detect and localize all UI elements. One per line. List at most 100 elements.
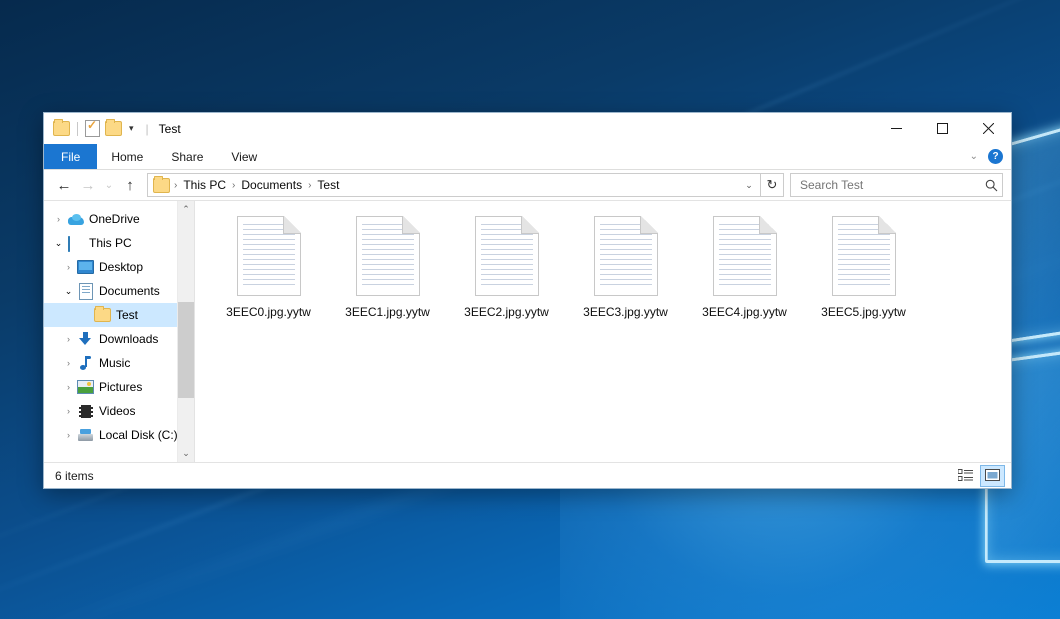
pictures-icon (77, 379, 94, 395)
breadcrumb-item-documents[interactable]: Documents (236, 177, 307, 193)
address-dropdown-chevron-down-icon[interactable]: ⌄ (740, 175, 758, 195)
sidebar-item-pictures[interactable]: › Pictures (44, 375, 194, 399)
scrollbar-track[interactable] (178, 218, 194, 445)
help-icon[interactable]: ? (988, 149, 1003, 164)
list-item[interactable]: 3EEC1.jpg.yytw (328, 211, 447, 326)
sidebar-item-label: Music (99, 356, 130, 370)
generic-document-icon (475, 216, 539, 296)
file-explorer-window: ▾ | Test File Home Share (43, 112, 1012, 489)
collapse-chevron-icon[interactable]: ⌄ (60, 286, 77, 297)
new-folder-icon[interactable] (105, 121, 122, 136)
sidebar-item-this-pc[interactable]: ⌄ This PC (44, 231, 194, 255)
generic-document-icon (713, 216, 777, 296)
generic-document-icon (356, 216, 420, 296)
item-count-label: 6 items (55, 469, 94, 483)
sidebar-item-label: Downloads (99, 332, 158, 346)
expand-ribbon-chevron-down-icon[interactable]: ⌄ (970, 151, 978, 162)
navigation-pane: › OneDrive ⌄ This PC › Desktop (44, 201, 194, 462)
breadcrumb: › This PC › Documents › Test (173, 177, 740, 193)
collapse-chevron-icon[interactable]: ⌄ (50, 238, 67, 249)
search-input[interactable] (798, 177, 984, 193)
sidebar-item-label: Local Disk (C:) (99, 428, 178, 442)
expand-chevron-icon[interactable]: › (60, 382, 77, 392)
details-view-icon[interactable] (953, 465, 978, 487)
sidebar-item-local-disk-c[interactable]: › Local Disk (C:) (44, 423, 194, 447)
list-item[interactable]: 3EEC3.jpg.yytw (566, 211, 685, 326)
expand-chevron-icon[interactable]: › (60, 334, 77, 344)
music-icon (77, 355, 94, 371)
scrollbar-thumb[interactable] (178, 302, 194, 398)
refresh-button[interactable]: ↻ (761, 173, 784, 197)
expand-chevron-icon[interactable]: › (60, 262, 77, 272)
explorer-body: › OneDrive ⌄ This PC › Desktop (44, 200, 1011, 462)
status-bar: 6 items (44, 462, 1011, 488)
customize-quick-access-chevron-down-icon[interactable]: ▾ (127, 124, 136, 133)
file-name: 3EEC1.jpg.yytw (345, 305, 430, 319)
up-button[interactable]: ↑ (118, 173, 142, 197)
window-title: Test (159, 122, 181, 136)
expand-chevron-icon[interactable]: › (60, 406, 77, 416)
expand-chevron-icon[interactable]: › (60, 358, 77, 368)
address-breadcrumb-bar[interactable]: › This PC › Documents › Test ⌄ (147, 173, 761, 197)
minimize-button[interactable] (873, 113, 919, 144)
search-box[interactable] (790, 173, 1003, 197)
desktop-icon (77, 259, 94, 275)
window-title-group: | Test (146, 122, 181, 136)
list-item[interactable]: 3EEC5.jpg.yytw (804, 211, 923, 326)
back-button[interactable]: ← (52, 173, 76, 197)
documents-icon (77, 283, 94, 299)
this-pc-icon (67, 235, 84, 251)
sidebar-item-test[interactable]: Test (44, 303, 194, 327)
local-disk-icon (77, 427, 94, 443)
window-controls (873, 113, 1011, 144)
ribbon-right-controls: ⌄ ? (970, 144, 1011, 169)
recent-locations-chevron-down-icon[interactable]: ⌄ (100, 173, 118, 197)
file-name: 3EEC2.jpg.yytw (464, 305, 549, 319)
sidebar-item-label: Test (116, 308, 138, 322)
generic-document-icon (237, 216, 301, 296)
forward-button[interactable]: → (76, 173, 100, 197)
file-grid: 3EEC0.jpg.yytw 3EEC1.jpg.yytw 3EEC2.jpg.… (209, 211, 1011, 326)
title-separator: | (146, 122, 149, 136)
close-button[interactable] (965, 113, 1011, 144)
file-name: 3EEC0.jpg.yytw (226, 305, 311, 319)
breadcrumb-item-test[interactable]: Test (312, 177, 344, 193)
file-name: 3EEC4.jpg.yytw (702, 305, 787, 319)
tab-home[interactable]: Home (97, 144, 157, 169)
expand-chevron-icon[interactable]: › (50, 214, 67, 224)
file-list-pane[interactable]: 3EEC0.jpg.yytw 3EEC1.jpg.yytw 3EEC2.jpg.… (195, 201, 1011, 462)
tab-view[interactable]: View (217, 144, 271, 169)
tab-share[interactable]: Share (157, 144, 217, 169)
folder-icon[interactable] (53, 121, 70, 136)
list-item[interactable]: 3EEC2.jpg.yytw (447, 211, 566, 326)
sidebar-item-label: Documents (99, 284, 160, 298)
scroll-up-button[interactable]: ⌃ (178, 201, 194, 218)
file-name: 3EEC5.jpg.yytw (821, 305, 906, 319)
list-item[interactable]: 3EEC4.jpg.yytw (685, 211, 804, 326)
sidebar-item-videos[interactable]: › Videos (44, 399, 194, 423)
file-name: 3EEC3.jpg.yytw (583, 305, 668, 319)
sidebar-item-onedrive[interactable]: › OneDrive (44, 207, 194, 231)
large-icons-view-icon[interactable] (980, 465, 1005, 487)
sidebar-item-label: Videos (99, 404, 135, 418)
generic-document-icon (594, 216, 658, 296)
address-folder-icon (153, 178, 170, 193)
tab-file[interactable]: File (44, 144, 97, 169)
sidebar-item-documents[interactable]: ⌄ Documents (44, 279, 194, 303)
navigation-pane-scrollbar[interactable]: ⌃ ⌄ (177, 201, 194, 462)
search-icon[interactable] (984, 178, 998, 192)
list-item[interactable]: 3EEC0.jpg.yytw (209, 211, 328, 326)
toolbar-separator (77, 122, 78, 136)
quick-access-toolbar: ▾ (44, 120, 136, 137)
videos-icon (77, 403, 94, 419)
desktop-background: ▾ | Test File Home Share (0, 0, 1060, 619)
sidebar-item-label: This PC (89, 236, 132, 250)
sidebar-item-downloads[interactable]: › Downloads (44, 327, 194, 351)
properties-checkbox-icon[interactable] (85, 120, 100, 137)
scroll-down-button[interactable]: ⌄ (178, 445, 194, 462)
expand-chevron-icon[interactable]: › (60, 430, 77, 440)
sidebar-item-music[interactable]: › Music (44, 351, 194, 375)
maximize-button[interactable] (919, 113, 965, 144)
sidebar-item-desktop[interactable]: › Desktop (44, 255, 194, 279)
breadcrumb-item-this-pc[interactable]: This PC (178, 177, 231, 193)
